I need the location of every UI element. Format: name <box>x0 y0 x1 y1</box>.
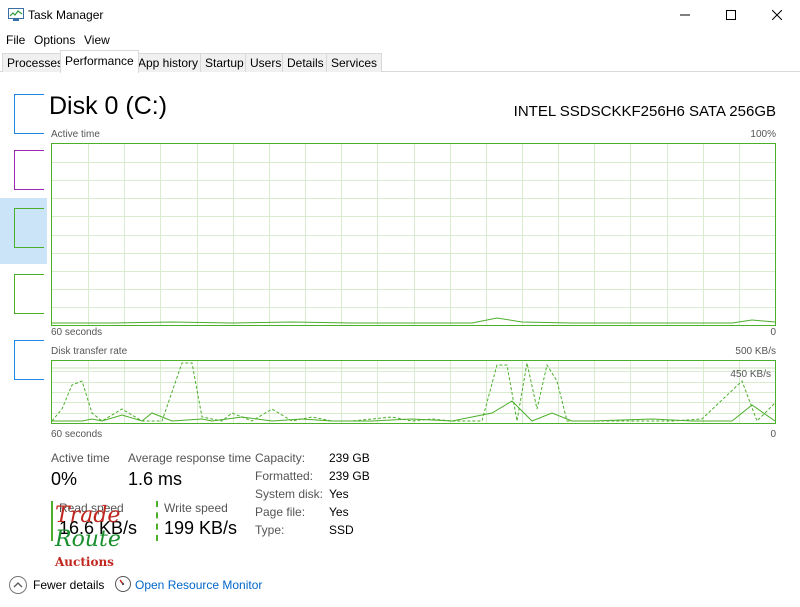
maximize-icon <box>726 10 736 20</box>
formatted-value: 239 GB <box>329 469 370 483</box>
disk-detail-panel: Disk 0 (C:) INTEL SSDSCKKF256H6 SATA 256… <box>47 72 800 572</box>
transfer-rate-secondary-label: 450 KB/s <box>730 369 771 380</box>
active-time-graph-canvas <box>52 144 775 325</box>
system-disk-value: Yes <box>329 487 349 501</box>
transfer-rate-graph-label: Disk transfer rate <box>51 346 128 357</box>
active-time-stat-label: Active time <box>51 451 110 465</box>
network-thumbnail <box>14 340 44 380</box>
page-file-value: Yes <box>329 505 349 519</box>
window-title: Task Manager <box>28 8 104 22</box>
formatted-label: Formatted: <box>255 469 314 483</box>
response-time-stat-label: Average response time <box>128 451 252 465</box>
transfer-rate-graph-canvas <box>52 361 775 423</box>
sidebar-item-disk-1[interactable] <box>0 268 47 334</box>
footer-bar: Fewer details Open Resource Monitor <box>0 572 800 607</box>
disk-0-thumbnail <box>14 208 44 248</box>
system-disk-label: System disk: <box>255 487 324 501</box>
maximize-button[interactable] <box>708 0 754 30</box>
write-speed-label: Write speed <box>164 501 228 515</box>
menu-bar: File Options View <box>0 30 800 50</box>
menu-view[interactable]: View <box>84 33 110 47</box>
page-file-label: Page file: <box>255 505 306 519</box>
tab-users[interactable]: Users <box>245 53 287 72</box>
active-time-max-label: 100% <box>750 129 776 140</box>
transfer-rate-duration-label: 60 seconds <box>51 429 103 440</box>
transfer-rate-max-label: 500 KB/s <box>735 346 776 357</box>
sidebar-item-disk-0[interactable] <box>0 198 47 264</box>
disk-model: INTEL SSDSCKKF256H6 SATA 256GB <box>513 103 776 120</box>
transfer-rate-graph: 450 KB/s <box>51 360 776 424</box>
close-icon <box>772 10 782 20</box>
trade-route-auctions-watermark: Trade Route Auctions <box>54 503 121 569</box>
memory-thumbnail <box>14 150 44 190</box>
title-bar: Task Manager <box>0 0 800 30</box>
minimize-button[interactable] <box>662 0 708 30</box>
capacity-label: Capacity: <box>255 451 306 465</box>
active-time-graph <box>51 143 776 326</box>
menu-file[interactable]: File <box>6 33 25 47</box>
tab-processes[interactable]: Processes <box>2 53 69 72</box>
type-value: SSD <box>329 523 354 537</box>
resource-monitor-icon[interactable] <box>115 576 131 592</box>
disk-1-thumbnail <box>14 274 44 314</box>
response-time-stat-value: 1.6 ms <box>128 469 183 489</box>
watermark-line-2: Route <box>54 527 121 552</box>
active-time-duration-label: 60 seconds <box>51 327 103 338</box>
performance-sidebar <box>0 72 47 572</box>
watermark-line-3: Auctions <box>54 555 114 569</box>
fewer-details-button[interactable]: Fewer details <box>33 578 104 592</box>
task-manager-icon <box>8 8 24 21</box>
chevron-up-icon[interactable] <box>9 576 27 594</box>
active-time-min-label: 0 <box>770 327 776 338</box>
type-label: Type: <box>255 523 285 537</box>
cpu-thumbnail <box>14 94 44 134</box>
tab-startup[interactable]: Startup <box>200 53 249 72</box>
tab-bar: Processes Performance App history Startu… <box>0 50 800 73</box>
watermark-line-1: Trade <box>55 503 120 528</box>
open-resource-monitor-link[interactable]: Open Resource Monitor <box>135 578 262 592</box>
tab-details[interactable]: Details <box>282 53 329 72</box>
sidebar-item-cpu[interactable] <box>0 76 47 142</box>
tab-performance[interactable]: Performance <box>60 50 139 73</box>
capacity-value: 239 GB <box>329 451 370 465</box>
close-button[interactable] <box>754 0 800 30</box>
tab-services[interactable]: Services <box>326 53 383 72</box>
sidebar-item-network[interactable] <box>0 334 47 400</box>
write-speed-indicator <box>156 501 158 541</box>
active-time-graph-label: Active time <box>51 129 100 140</box>
transfer-rate-min-label: 0 <box>770 429 776 440</box>
active-time-stat-value: 0% <box>51 469 78 489</box>
write-speed-value: 199 KB/s <box>164 518 238 538</box>
menu-options[interactable]: Options <box>34 33 75 47</box>
minimize-icon <box>680 14 690 16</box>
disk-title: Disk 0 (C:) <box>49 92 168 120</box>
tab-app-history[interactable]: App history <box>133 53 204 72</box>
